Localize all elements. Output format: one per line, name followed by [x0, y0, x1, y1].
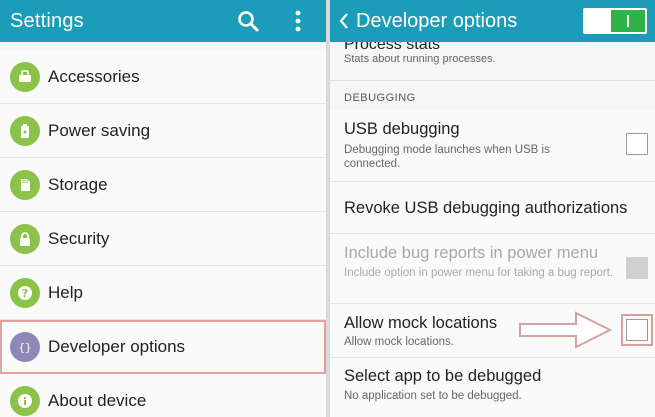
settings-item-label: Help	[48, 282, 83, 302]
bug-reports-title: Include bug reports in power menu	[344, 244, 599, 262]
allow-mock-locations-row[interactable]: Allow mock locations Allow mock location…	[330, 304, 655, 358]
settings-item-security[interactable]: Security	[0, 212, 326, 266]
help-icon: ?	[10, 277, 40, 308]
bug-reports-row: Include bug reports in power menu Includ…	[330, 234, 655, 304]
switch-on-indicator	[611, 10, 645, 32]
settings-pane: Settings Accessories Power saving Storag…	[0, 0, 326, 417]
debugging-section-header: DEBUGGING	[330, 80, 655, 110]
settings-app-bar: Settings	[0, 0, 326, 42]
select-debug-app-row[interactable]: Select app to be debugged No application…	[330, 358, 655, 417]
usb-debugging-summary: Debugging mode launches when USB is conn…	[344, 144, 550, 170]
revoke-usb-auth-row[interactable]: Revoke USB debugging authorizations	[330, 182, 655, 234]
more-vert-icon[interactable]	[284, 7, 312, 35]
revoke-usb-auth-title: Revoke USB debugging authorizations	[344, 199, 628, 217]
settings-item-label: Power saving	[48, 120, 151, 140]
developer-options-master-switch[interactable]	[583, 8, 647, 34]
process-stats-summary: Stats about running processes.	[344, 53, 496, 65]
usb-debugging-title: USB debugging	[344, 120, 460, 138]
settings-item-label: Security	[48, 228, 110, 248]
storage-icon	[10, 169, 40, 200]
lock-icon	[10, 223, 40, 254]
settings-item-label: Developer options	[48, 336, 186, 356]
bug-reports-checkbox	[626, 257, 648, 279]
settings-item-developer-options[interactable]: {} Developer options	[0, 320, 326, 374]
settings-title: Settings	[10, 9, 84, 32]
settings-item-label: Storage	[48, 174, 108, 194]
back-chevron-icon[interactable]	[336, 7, 352, 35]
section-label: DEBUGGING	[344, 92, 416, 104]
allow-mock-locations-title: Allow mock locations	[344, 314, 498, 332]
search-icon[interactable]	[234, 7, 262, 35]
usb-debugging-checkbox[interactable]	[626, 133, 648, 155]
accessories-icon	[10, 61, 40, 92]
annotation-arrow-icon	[519, 311, 613, 349]
process-stats-row[interactable]: Process stats Stats about running proces…	[330, 36, 655, 76]
usb-debugging-row[interactable]: USB debugging Debugging mode launches wh…	[330, 110, 655, 182]
select-debug-app-title: Select app to be debugged	[344, 367, 542, 385]
settings-item-accessories[interactable]: Accessories	[0, 50, 326, 104]
settings-item-label: Accessories	[48, 66, 140, 86]
bug-reports-summary: Include option in power menu for taking …	[344, 267, 614, 279]
settings-item-about-device[interactable]: About device	[0, 374, 326, 417]
select-debug-app-summary: No application set to be debugged.	[344, 390, 522, 402]
allow-mock-locations-checkbox[interactable]	[626, 319, 648, 341]
settings-item-power-saving[interactable]: Power saving	[0, 104, 326, 158]
settings-item-storage[interactable]: Storage	[0, 158, 326, 212]
svg-text:{}: {}	[18, 341, 31, 354]
settings-item-label: About device	[48, 390, 147, 410]
developer-options-title: Developer options	[356, 9, 518, 32]
settings-list: Accessories Power saving Storage Securit…	[0, 50, 326, 417]
developer-options-app-bar: Developer options	[330, 0, 655, 42]
developer-options-pane: Process stats Stats about running proces…	[330, 0, 655, 417]
battery-icon	[10, 115, 40, 146]
settings-item-help[interactable]: ? Help	[0, 266, 326, 320]
braces-icon: {}	[10, 331, 40, 362]
info-icon	[10, 385, 40, 416]
svg-text:?: ?	[22, 287, 28, 300]
